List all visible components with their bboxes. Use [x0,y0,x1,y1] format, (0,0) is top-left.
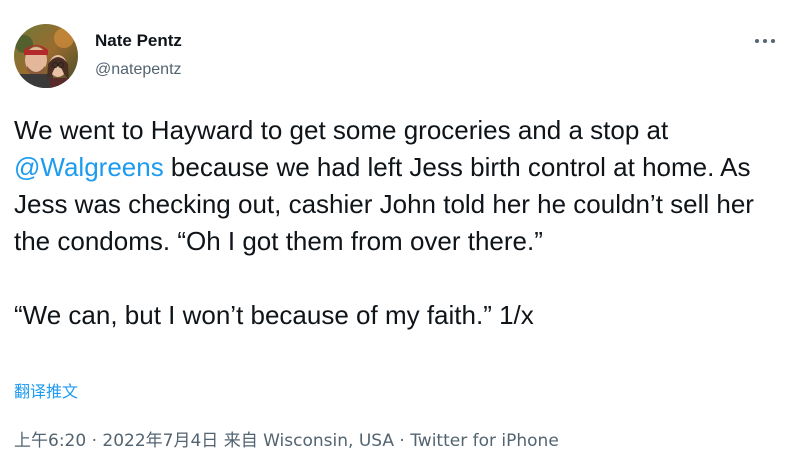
more-options-button[interactable] [748,28,782,54]
tweet-text: We went to Hayward to get some groceries… [14,112,784,334]
tweet-source[interactable]: Twitter for iPhone [410,431,559,451]
author-display-name[interactable]: Nate Pentz [95,31,182,51]
tweet-card: Nate Pentz @natepentz We went to Hayward… [0,0,796,457]
avatar-photo [14,24,78,88]
tweet-metadata: 上午6:20 · 2022年7月4日 来自 Wisconsin, USA · T… [14,426,559,451]
mention-link[interactable]: @Walgreens [14,152,164,182]
author-block: Nate Pentz @natepentz [95,31,182,80]
tweet-text-part-1: We went to Hayward to get some groceries… [14,115,669,145]
avatar[interactable] [14,24,78,88]
tweet-date[interactable]: 2022年7月4日 [102,431,218,451]
tweet-location: 来自 Wisconsin, USA [223,431,395,451]
meta-separator-1: · [86,431,103,451]
meta-separator-2: · [394,431,411,451]
tweet-time[interactable]: 上午6:20 [14,431,86,451]
author-handle[interactable]: @natepentz [95,60,182,80]
translate-tweet-link[interactable]: 翻译推文 [14,378,78,402]
more-horizontal-icon [755,39,775,43]
